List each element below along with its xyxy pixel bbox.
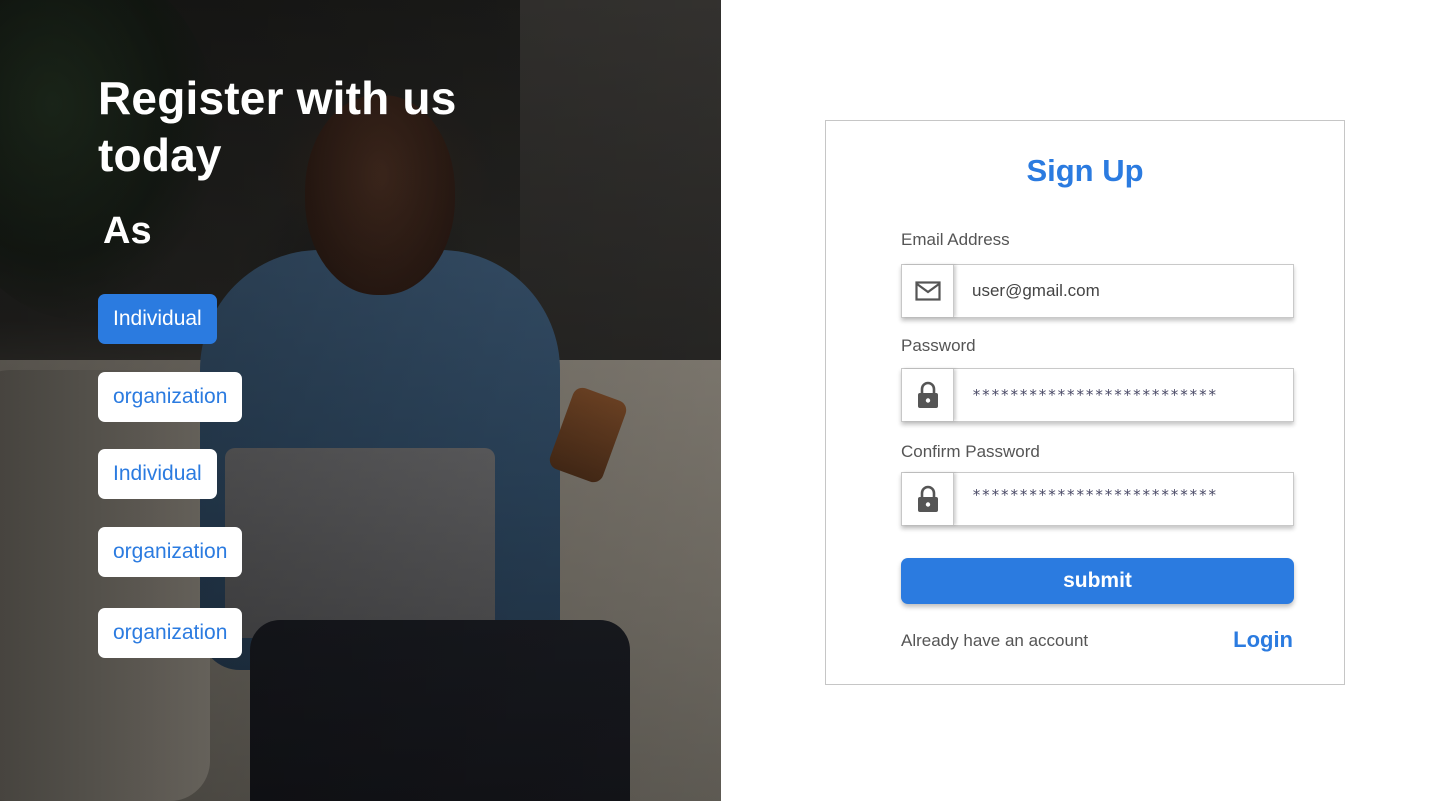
role-option-organization[interactable]: organization [98,608,243,658]
submit-button[interactable]: submit [901,558,1294,604]
signup-card: Sign Up Email Address Password *********… [825,120,1345,685]
password-label: Password [901,336,976,355]
confirm-password-field: ************************** [901,472,1294,526]
role-option-organization[interactable]: organization [98,372,243,422]
password-field: ************************** [901,368,1294,422]
login-link[interactable]: Login [1233,626,1293,654]
role-option-organization[interactable]: organization [98,527,243,577]
hero-panel: Register with us today As Individual org… [0,0,721,801]
confirm-password-input[interactable]: ************************** [954,473,1293,525]
hero-subtitle: As [103,210,152,252]
already-have-account-text: Already have an account [901,631,1089,650]
role-option-individual[interactable]: Individual [98,294,217,344]
email-input[interactable] [954,265,1293,317]
lock-icon [902,473,954,525]
lock-icon [902,369,954,421]
signup-title: Sign Up [1026,153,1144,188]
email-field [901,264,1294,318]
email-label: Email Address [901,230,1010,249]
confirm-password-label: Confirm Password [901,442,1040,461]
password-input[interactable]: ************************** [954,369,1293,421]
hero-title: Register with us today [98,72,457,181]
mail-icon [902,265,954,317]
role-option-individual[interactable]: Individual [98,449,217,499]
